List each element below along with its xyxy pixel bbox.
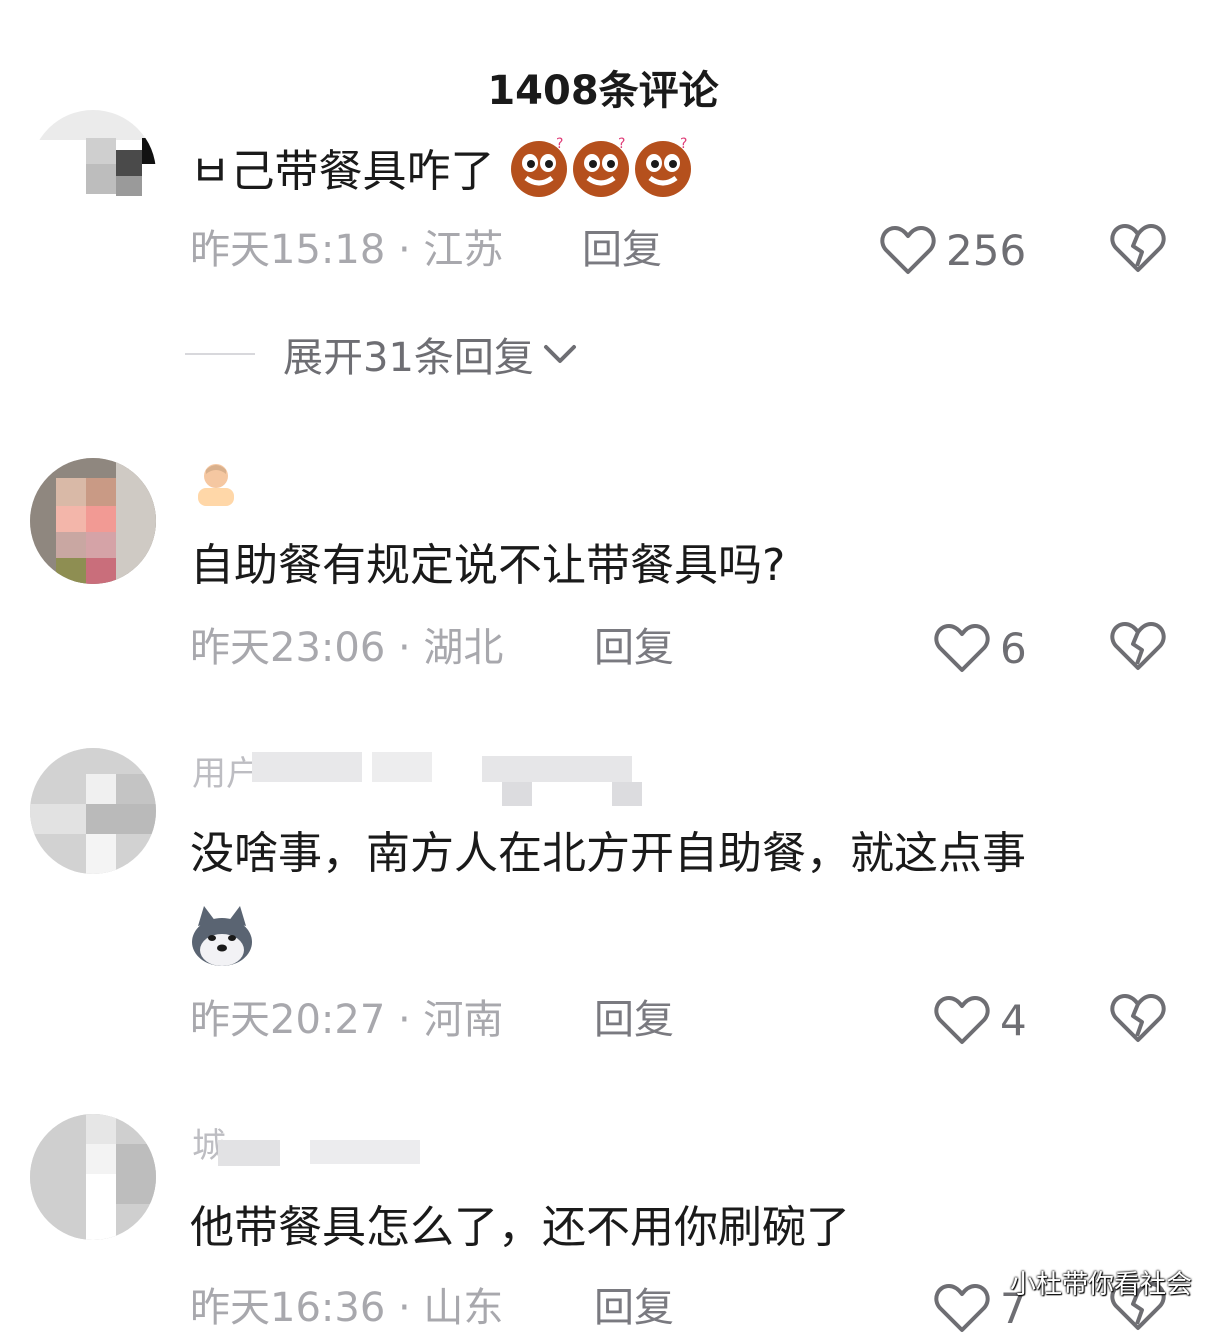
svg-text:?: ? [556,136,563,152]
comment-time-location: 昨天16:36 · 山东 [190,1285,504,1331]
husky-dog-emoji [190,904,254,972]
broken-heart-icon [1110,622,1166,670]
like-button[interactable]: 4 [934,992,1027,1048]
avatar[interactable] [30,748,156,874]
username[interactable]: 用户 [192,752,652,806]
like-count: 6 [1000,623,1027,673]
comment-meta: 昨天16:36 · 山东 回复 [190,1284,674,1332]
reply-button[interactable]: 回复 [594,1284,674,1332]
user-badge-icon [192,458,240,514]
comment-time-location: 昨天15:18 · 江苏 [190,227,504,273]
svg-text:?: ? [680,136,687,152]
comment-meta: 昨天15:18 · 江苏 回复 [190,226,662,274]
comment-time-location: 昨天23:06 · 湖北 [190,625,504,671]
like-button[interactable]: 6 [934,620,1027,676]
comment-count-title: 1408条评论 [487,68,719,114]
avatar[interactable] [30,110,156,236]
avatar[interactable] [30,458,156,584]
heart-icon [934,1284,990,1332]
comment-text: 他带餐具怎么了，还不用你刷碗了 [190,1202,850,1253]
avatar[interactable] [30,1114,156,1240]
comment-meta: 昨天23:06 · 湖北 回复 [190,624,674,672]
chevron-down-icon [543,345,576,363]
broken-heart-icon [1110,994,1166,1042]
comment-text: ㅂ己带餐具咋了 ? ? ? [190,136,694,212]
comment-text: 没啥事，南方人在北方开自助餐，就这点事 [190,828,1026,879]
reply-button[interactable]: 回复 [582,226,662,274]
confused-face-emoji: ? [508,136,570,212]
broken-heart-icon [1110,224,1166,272]
reply-button[interactable]: 回复 [594,996,674,1044]
expand-replies-button[interactable]: 展开31条回复 [185,326,578,382]
username[interactable]: 城 [192,1122,432,1166]
heart-icon [880,226,936,274]
svg-text:?: ? [618,136,625,152]
dislike-button[interactable] [1110,222,1166,278]
heart-icon [934,624,990,672]
comment-time-location: 昨天20:27 · 河南 [190,997,504,1043]
dislike-button[interactable] [1110,620,1166,676]
heart-icon [934,996,990,1044]
expand-replies-label: 展开31条回复 [283,335,534,381]
like-count: 256 [946,225,1027,275]
confused-face-emoji: ? [570,136,632,212]
like-count: 4 [1000,995,1027,1045]
comment-meta: 昨天20:27 · 河南 回复 [190,996,674,1044]
divider [185,353,255,355]
confused-face-emoji: ? [632,136,694,212]
watermark: 小杜带你看社会 [1009,1270,1192,1300]
comment-text: 自助餐有规定说不让带餐具吗? [190,540,786,591]
dislike-button[interactable] [1110,992,1166,1048]
reply-button[interactable]: 回复 [594,624,674,672]
like-button[interactable]: 256 [880,222,1026,278]
